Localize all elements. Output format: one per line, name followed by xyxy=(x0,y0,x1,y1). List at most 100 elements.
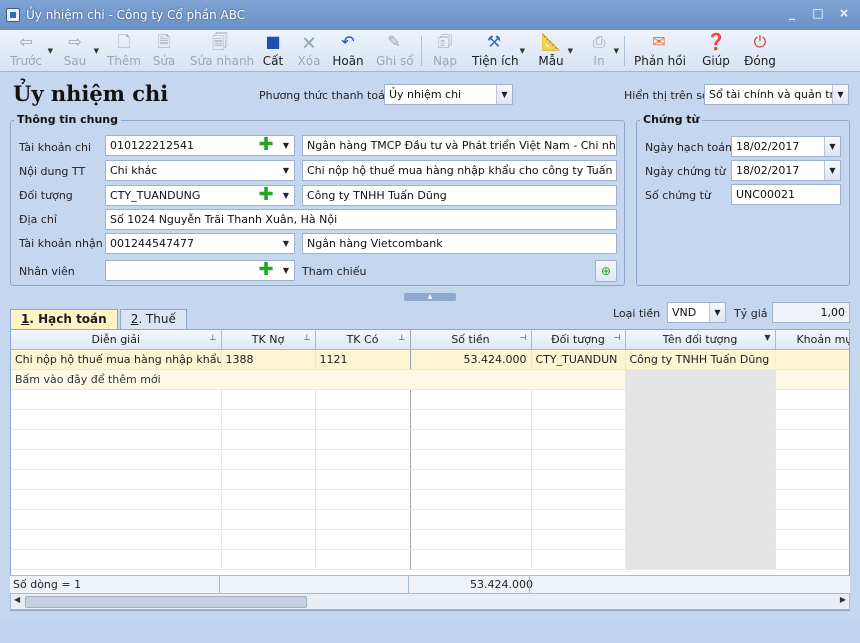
pin-icon[interactable]: ⊣ xyxy=(520,333,527,342)
horizontal-scrollbar[interactable]: ◀ ▶ xyxy=(10,593,850,610)
voucher-date-picker[interactable]: 18/02/2017 ▼ xyxy=(731,160,841,181)
cell-expense-item[interactable] xyxy=(775,349,849,370)
pin-icon[interactable]: ⊣ xyxy=(614,333,621,342)
add-button[interactable]: 🗋 Thêm xyxy=(106,30,142,72)
tab-accounting[interactable]: 1. Hạch toán xyxy=(10,309,118,329)
content-select[interactable]: Chi khác ▼ xyxy=(105,160,295,181)
next-button[interactable]: ⇨ Sau ▼ xyxy=(60,30,99,72)
chevron-down-icon[interactable]: ▼ xyxy=(709,303,725,322)
receiver-bank-field[interactable]: Ngân hàng Vietcombank xyxy=(302,233,617,254)
pin-icon[interactable]: ⊥ xyxy=(304,333,311,342)
toolbar-separator xyxy=(624,36,625,66)
rate-field[interactable]: 1,00 xyxy=(772,302,850,323)
chevron-down-icon[interactable]: ▼ xyxy=(278,161,294,180)
col-description[interactable]: Diễn giải ⊥ xyxy=(11,330,222,350)
chevron-down-icon[interactable]: ▼ xyxy=(278,186,294,205)
table-row[interactable]: Chi nộp hộ thuế mua hàng nhập khẩu c 138… xyxy=(11,349,849,370)
cell-credit-account[interactable]: 1121 xyxy=(315,349,411,370)
voucher-no-field[interactable]: UNC00021 xyxy=(731,184,841,205)
add-row-text[interactable]: Bấm vào đây để thêm mới xyxy=(11,369,626,390)
chevron-down-icon[interactable]: ▼ xyxy=(824,161,840,180)
arrow-left-icon: ⇦ xyxy=(19,32,33,51)
chevron-down-icon[interactable]: ▼ xyxy=(764,333,770,342)
load-icon: 🗊 xyxy=(437,32,453,51)
general-info-title: Thông tin chung xyxy=(14,113,122,126)
col-credit-account[interactable]: TK Có ⊥ xyxy=(315,330,411,350)
scroll-left-icon[interactable]: ◀ xyxy=(14,595,20,604)
object-name-field[interactable]: Công ty TNHH Tuấn Dũng xyxy=(302,185,617,206)
template-button[interactable]: 📐 Mẫu ▼ xyxy=(538,30,573,72)
display-on-select[interactable]: Sổ tài chính và quản trị ▼ xyxy=(704,84,849,105)
col-object-name[interactable]: Tên đối tượng ▼ xyxy=(625,330,776,350)
title-bar: Ủy nhiệm chi - Công ty Cổ phần ABC _ □ × xyxy=(0,0,860,30)
minimize-button[interactable]: _ xyxy=(782,6,802,23)
power-icon: ⏻ xyxy=(753,32,767,51)
quick-edit-button[interactable]: 🗐 Sửa nhanh xyxy=(190,30,254,72)
scroll-right-icon[interactable]: ▶ xyxy=(840,595,846,604)
address-field[interactable]: Số 1024 Nguyễn Trãi Thanh Xuân, Hà Nội xyxy=(105,209,617,230)
empty-row xyxy=(11,409,849,430)
save-button[interactable]: ■ Cất xyxy=(260,30,286,72)
post-button[interactable]: ✎ Ghi sổ xyxy=(376,30,414,72)
tab-tax[interactable]: 2. Thuế xyxy=(119,309,187,329)
chevron-down-icon[interactable]: ▼ xyxy=(824,137,840,156)
empty-row xyxy=(11,469,849,490)
content-desc-field[interactable]: Chi nộp hộ thuế mua hàng nhập khẩu cho c… xyxy=(302,160,617,181)
add-row[interactable]: Bấm vào đây để thêm mới xyxy=(11,369,849,390)
scroll-thumb[interactable] xyxy=(25,596,307,608)
empty-cell xyxy=(775,369,849,390)
address-label: Địa chỉ xyxy=(19,213,57,226)
receiver-account-select[interactable]: 001244547477 ▼ xyxy=(105,233,295,254)
add-account-icon[interactable]: ✚ xyxy=(257,136,275,154)
maximize-button[interactable]: □ xyxy=(808,6,828,23)
cell-object-name[interactable]: Công ty TNHH Tuấn Dũng xyxy=(625,349,776,370)
cell-description[interactable]: Chi nộp hộ thuế mua hàng nhập khẩu c xyxy=(11,349,222,370)
cell-debit-account[interactable]: 1388 xyxy=(221,349,316,370)
delete-icon: 🗙 xyxy=(302,32,316,51)
close-form-button[interactable]: ⏻ Đóng xyxy=(744,30,776,72)
col-debit-account[interactable]: TK Nợ ⊥ xyxy=(221,330,316,350)
help-button[interactable]: ❓ Giúp xyxy=(702,30,730,72)
print-button[interactable]: ⎙ In ▼ xyxy=(588,30,619,72)
chevron-down-icon[interactable]: ▼ xyxy=(496,85,512,104)
envelope-icon: ✉ xyxy=(652,32,666,51)
pencil-icon: ✎ xyxy=(387,32,401,51)
bank-name-field[interactable]: Ngân hàng TMCP Đầu tư và Phát triển Việt… xyxy=(302,135,617,156)
undo-button[interactable]: ↶ Hoãn xyxy=(332,30,364,72)
chevron-up-icon: ▲ xyxy=(427,293,433,300)
cell-object[interactable]: CTY_TUANDUN xyxy=(531,349,626,370)
payment-method-label: Phương thức thanh toán xyxy=(259,89,392,102)
load-button[interactable]: 🗊 Nạp xyxy=(432,30,458,72)
reference-search-button[interactable]: ⊕ xyxy=(595,260,617,282)
edit-button[interactable]: 🗎 Sửa xyxy=(150,30,178,72)
receiver-account-label: Tài khoản nhận xyxy=(19,237,103,250)
chevron-down-icon[interactable]: ▼ xyxy=(278,136,294,155)
edit-document-icon: 🗎 xyxy=(157,32,171,51)
content-label: Nội dung TT xyxy=(19,165,86,178)
col-expense-item[interactable]: Khoản mục C xyxy=(775,330,849,350)
prev-button[interactable]: ⇦ Trước ▼ xyxy=(8,30,53,72)
status-bar xyxy=(0,620,860,643)
col-amount[interactable]: Số tiền ⊣ xyxy=(410,330,532,350)
chevron-down-icon[interactable]: ▼ xyxy=(278,234,294,253)
chevron-down-icon[interactable]: ▼ xyxy=(832,85,848,104)
feedback-button[interactable]: ✉ Phản hồi xyxy=(634,30,686,72)
search-add-icon: ⊕ xyxy=(600,264,612,278)
pin-icon[interactable]: ⊥ xyxy=(399,333,406,342)
col-object[interactable]: Đối tượng ⊣ xyxy=(531,330,626,350)
posting-date-picker[interactable]: 18/02/2017 ▼ xyxy=(731,136,841,157)
add-object-icon[interactable]: ✚ xyxy=(257,186,275,204)
collapse-header-button[interactable]: ▲ xyxy=(404,293,456,301)
account-label: Tài khoản chi xyxy=(19,141,92,154)
utilities-button[interactable]: ⚒ Tiện ích ▼ xyxy=(472,30,525,72)
empty-row xyxy=(11,509,849,530)
add-employee-icon[interactable]: ✚ xyxy=(257,261,275,279)
currency-select[interactable]: VND ▼ xyxy=(667,302,726,323)
pin-icon[interactable]: ⊥ xyxy=(210,333,217,342)
delete-button[interactable]: 🗙 Xóa xyxy=(296,30,322,72)
cell-amount[interactable]: 53.424.000 xyxy=(410,349,532,370)
payment-method-select[interactable]: Ủy nhiệm chi ▼ xyxy=(384,84,513,105)
chevron-down-icon[interactable]: ▼ xyxy=(278,261,294,280)
display-on-label: Hiển thị trên sổ xyxy=(624,89,709,102)
close-window-button[interactable]: × xyxy=(834,6,854,23)
